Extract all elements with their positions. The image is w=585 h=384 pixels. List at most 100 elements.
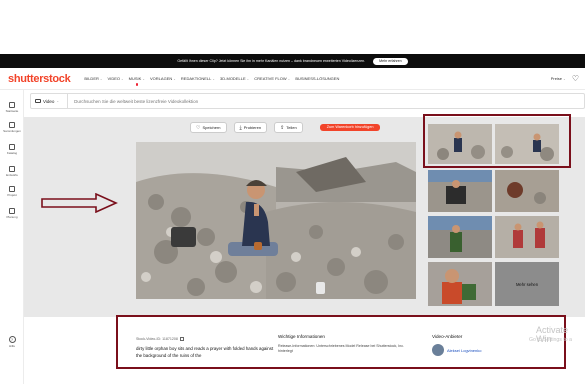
nav-item-label: VORLAGEN bbox=[150, 76, 173, 81]
more-button[interactable]: Mehr sehen bbox=[495, 262, 559, 306]
sidebar-item-catalog[interactable]: Katalog bbox=[0, 144, 24, 155]
nav-item-label: MUSIK bbox=[128, 76, 142, 81]
active-indicator bbox=[135, 83, 139, 86]
prices-label: Preise bbox=[550, 76, 563, 81]
download-icon: ⤓ bbox=[239, 124, 242, 131]
sidebar-item-label: Planung bbox=[6, 215, 18, 219]
provider-link[interactable]: Aleksei Logvinenko bbox=[447, 348, 481, 353]
sidebar: Startseite Sammlungen Katalog Entwürfe P… bbox=[0, 90, 24, 384]
thumbnail-image bbox=[495, 216, 559, 258]
nav-item-images[interactable]: BILDER ⌄ bbox=[84, 76, 102, 81]
thumbnail-7[interactable] bbox=[428, 262, 492, 306]
prices-link[interactable]: Preise ⌄ bbox=[551, 76, 566, 81]
nav-item-label: BUSINESS-LÖSUNGEN bbox=[295, 76, 340, 81]
sidebar-item-label: Hilfe bbox=[8, 344, 15, 348]
sidebar-item-collections[interactable]: Sammlungen bbox=[0, 122, 24, 133]
nav-item-creative-flow[interactable]: CREATIVE FLOW ⌄ bbox=[254, 76, 290, 81]
thumbnail-3[interactable] bbox=[428, 170, 492, 212]
chevron-down-icon: ⌄ bbox=[173, 76, 176, 81]
chevron-down-icon: ⌄ bbox=[287, 76, 291, 81]
sidebar-item-label: Entwürfe bbox=[6, 173, 18, 177]
thumbnail-image bbox=[428, 262, 492, 306]
nav-item-label: VIDEO bbox=[107, 76, 120, 81]
nav-item-editorial[interactable]: REDAKTIONELL ⌄ bbox=[181, 76, 215, 81]
video-frame bbox=[136, 142, 416, 299]
stock-id-label: Stock-Video-ID: 11871208 bbox=[136, 337, 178, 341]
sidebar-item-home[interactable]: Startseite bbox=[0, 102, 24, 113]
provider-title: Video-Anbieter bbox=[432, 334, 463, 339]
learn-more-button[interactable]: Mehr erfahren bbox=[373, 57, 408, 65]
more-label: Mehr sehen bbox=[515, 281, 539, 287]
important-info-text: Release-Informationen: Unterschriebenes … bbox=[278, 344, 405, 354]
help-icon: ? bbox=[8, 336, 16, 343]
nav-item-label: 3D-MODELLE bbox=[220, 76, 246, 81]
chevron-down-icon: ⌄ bbox=[212, 76, 216, 81]
media-type-label: Video bbox=[43, 98, 55, 104]
heart-icon: ♡ bbox=[196, 124, 201, 131]
chevron-down-icon: ⌄ bbox=[99, 76, 103, 81]
sidebar-item-label: Sammlungen bbox=[3, 129, 21, 133]
drafts-icon bbox=[9, 166, 15, 172]
project-icon bbox=[9, 186, 15, 192]
home-icon bbox=[9, 102, 15, 108]
thumbnail-5[interactable] bbox=[428, 216, 492, 258]
nav-item-music[interactable]: MUSIK ⌄ bbox=[128, 76, 146, 86]
logo[interactable]: shutterstock bbox=[8, 73, 71, 85]
sidebar-item-label: Startseite bbox=[5, 109, 19, 113]
share-button[interactable]: ⇪ Teilen bbox=[274, 122, 303, 133]
sidebar-item-drafts[interactable]: Entwürfe bbox=[0, 166, 24, 177]
sidebar-item-project[interactable]: Projekt bbox=[0, 186, 24, 197]
nav-item-business-solutions[interactable]: BUSINESS-LÖSUNGEN bbox=[295, 76, 339, 81]
chevron-down-icon: ⌄ bbox=[563, 77, 566, 81]
try-button[interactable]: ⤓ Probieren bbox=[233, 122, 268, 133]
collections-icon bbox=[9, 122, 15, 128]
video-description: dirty little orphan boy sits and reads a… bbox=[136, 346, 274, 358]
video-icon bbox=[35, 99, 41, 103]
chevron-down-icon: ⌄ bbox=[246, 76, 250, 81]
copy-icon[interactable] bbox=[179, 337, 184, 341]
nav-item-label: CREATIVE FLOW bbox=[254, 76, 287, 81]
important-info-title: Wichtige Informationen bbox=[278, 334, 325, 339]
share-icon: ⇪ bbox=[280, 124, 285, 131]
nav-item-label: BILDER bbox=[84, 76, 99, 81]
annotation-arrow bbox=[41, 193, 118, 213]
search-bar: Video ⌄ bbox=[30, 93, 585, 109]
chevron-down-icon: ⌄ bbox=[56, 99, 60, 103]
video-player[interactable] bbox=[136, 142, 416, 299]
sidebar-item-label: Projekt bbox=[7, 193, 17, 197]
nav-item-video[interactable]: VIDEO ⌄ bbox=[108, 76, 124, 81]
nav-item-label: REDAKTIONELL bbox=[180, 76, 212, 81]
promo-text: Gefällt Ihnen dieser Clip? Jetzt können … bbox=[177, 59, 366, 63]
action-bar: ♡ Speichern ⤓ Probieren ⇪ Teilen Zum Warenk… bbox=[190, 122, 381, 133]
add-to-cart-button[interactable]: Zum Warenkorb hinzufügen bbox=[319, 124, 381, 131]
search-input[interactable] bbox=[74, 98, 375, 104]
thumbnail-4[interactable] bbox=[495, 170, 559, 212]
try-label: Probieren bbox=[243, 125, 262, 130]
chevron-down-icon: ⌄ bbox=[142, 76, 146, 81]
sidebar-item-help[interactable]: ? Hilfe bbox=[0, 336, 24, 348]
heart-icon[interactable]: ♡ bbox=[572, 74, 579, 83]
thumbnail-6[interactable] bbox=[495, 216, 559, 258]
nav-menu: BILDER ⌄ VIDEO ⌄ MUSIK ⌄ VORLAGEN ⌄ REDAKTIO… bbox=[84, 76, 339, 86]
thumbnail-image bbox=[495, 170, 559, 212]
top-navigation: shutterstock BILDER ⌄ VIDEO ⌄ MUSIK ⌄ VORLA… bbox=[0, 68, 585, 90]
catalog-icon bbox=[9, 144, 15, 150]
stock-id: Stock-Video-ID: 11871208 bbox=[136, 337, 184, 341]
sidebar-item-planning[interactable]: Planung bbox=[0, 208, 24, 219]
media-type-select[interactable]: Video ⌄ bbox=[31, 94, 69, 108]
promo-banner: Gefällt Ihnen dieser Clip? Jetzt können … bbox=[0, 54, 585, 68]
video-info: Stock-Video-ID: 11871208 dirty little or… bbox=[136, 320, 556, 370]
nav-item-3d-models[interactable]: 3D-MODELLE ⌄ bbox=[220, 76, 249, 81]
planning-icon bbox=[9, 208, 15, 214]
thumbnail-image bbox=[428, 216, 492, 258]
nav-item-templates[interactable]: VORLAGEN ⌄ bbox=[150, 76, 176, 81]
windows-watermark-subtitle: Go to Settings to a bbox=[529, 337, 572, 343]
avatar[interactable] bbox=[432, 344, 444, 356]
annotation-box-top bbox=[423, 114, 571, 168]
save-button[interactable]: ♡ Speichern bbox=[190, 122, 227, 133]
share-label: Teilen bbox=[286, 125, 297, 130]
save-label: Speichern bbox=[202, 125, 221, 130]
sidebar-item-label: Katalog bbox=[6, 151, 18, 155]
chevron-down-icon: ⌄ bbox=[121, 76, 124, 81]
thumbnail-image bbox=[428, 170, 492, 212]
